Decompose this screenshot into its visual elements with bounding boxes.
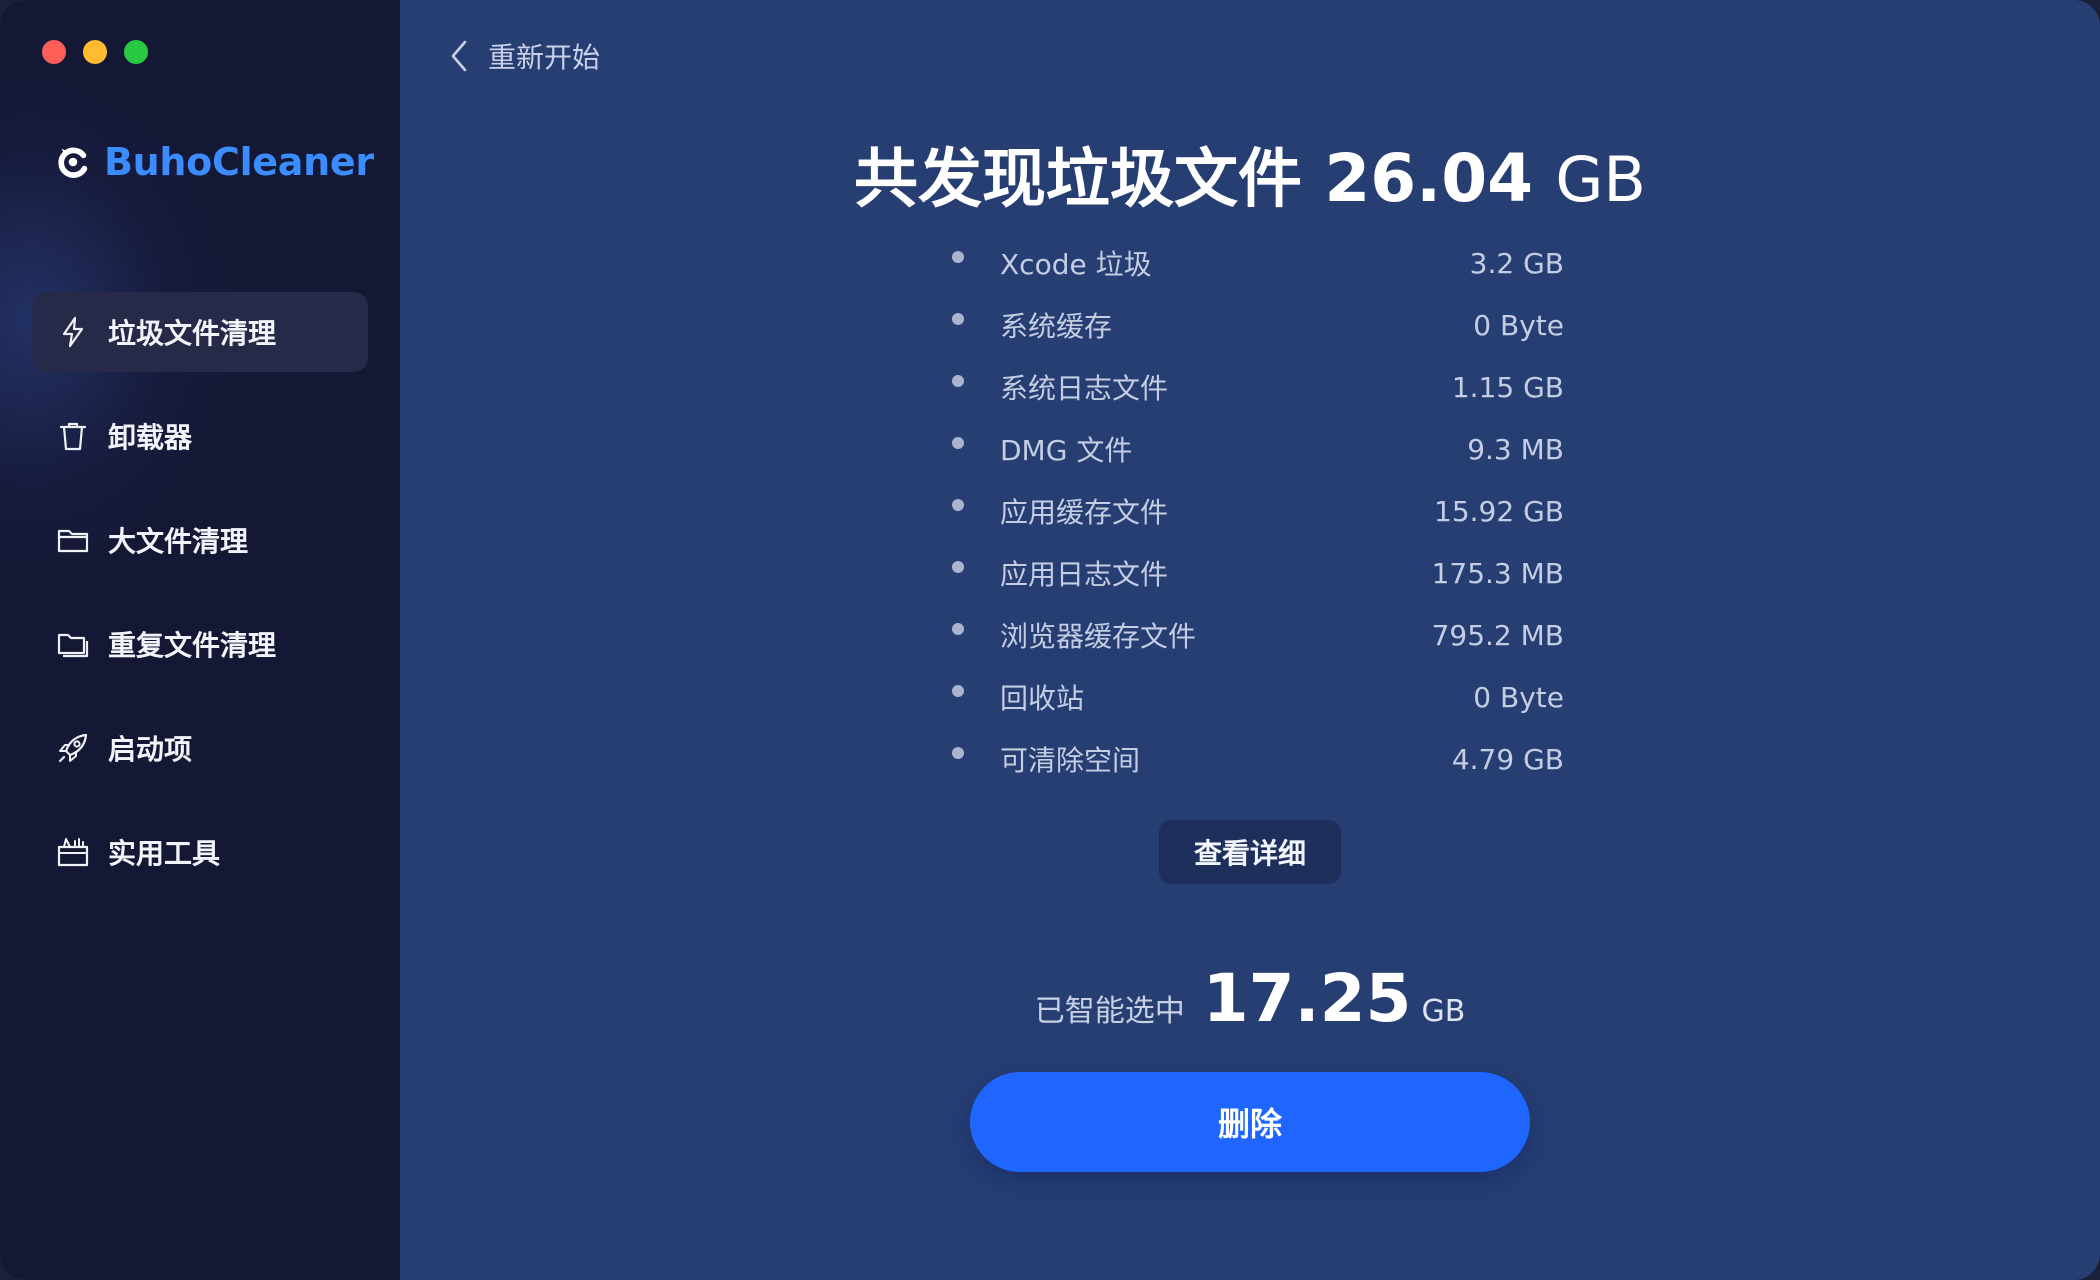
total-junk-unit: GB — [1555, 143, 1646, 216]
restart-link[interactable]: 重新开始 — [448, 36, 600, 76]
category-size: 175.3 MB — [1431, 556, 1564, 590]
restart-label: 重新开始 — [488, 41, 601, 74]
sidebar-item-label: 重复文件清理 — [108, 629, 277, 662]
selected-summary: 已智能选中 17.25 GB — [400, 960, 2100, 1037]
sidebar-nav: 垃圾文件清理 卸载器 大文件清理 重复文件清理 启动项 实用工具 — [32, 292, 368, 916]
folder-icon — [57, 529, 89, 553]
list-item: 浏览器缓存文件 795.2 MB — [952, 604, 1564, 666]
category-size: 9.3 MB — [1467, 432, 1564, 466]
category-size: 4.79 GB — [1451, 742, 1564, 776]
category-label: 回收站 — [1000, 682, 1085, 715]
list-item: 系统缓存 0 Byte — [952, 294, 1564, 356]
maximize-window-button[interactable] — [124, 40, 148, 64]
category-size: 0 Byte — [1473, 680, 1564, 714]
bullet — [952, 437, 964, 449]
duplicate-folder-icon — [57, 633, 89, 658]
rocket-icon — [58, 733, 88, 763]
sidebar-item-label: 启动项 — [108, 733, 193, 766]
window-controls — [42, 40, 148, 64]
view-details-button[interactable]: 查看详细 — [1159, 820, 1341, 884]
bullet — [952, 623, 964, 635]
list-item: DMG 文件 9.3 MB — [952, 418, 1564, 480]
lightning-icon — [62, 316, 84, 348]
sidebar-item-startup[interactable]: 启动项 — [32, 708, 368, 788]
bullet — [952, 313, 964, 325]
sidebar-item-duplicate-files[interactable]: 重复文件清理 — [32, 604, 368, 684]
list-item: 系统日志文件 1.15 GB — [952, 356, 1564, 418]
category-label: 系统日志文件 — [1000, 372, 1169, 405]
list-item: 应用缓存文件 15.92 GB — [952, 480, 1564, 542]
list-item: Xcode 垃圾 3.2 GB — [952, 232, 1564, 294]
bullet — [952, 561, 964, 573]
bullet — [952, 685, 964, 697]
selected-unit: GB — [1421, 994, 1466, 1029]
category-size: 3.2 GB — [1469, 246, 1564, 280]
selected-label: 已智能选中 — [1034, 994, 1185, 1029]
list-item: 可清除空间 4.79 GB — [952, 728, 1564, 790]
bullet — [952, 747, 964, 759]
brand-name: BuhoCleaner — [104, 140, 374, 184]
brand: BuhoCleaner — [54, 140, 374, 184]
sidebar-item-label: 垃圾文件清理 — [108, 317, 277, 350]
category-label: 可清除空间 — [1000, 744, 1141, 777]
category-label: Xcode 垃圾 — [1000, 248, 1152, 281]
sidebar-item-junk-cleaner[interactable]: 垃圾文件清理 — [32, 292, 368, 372]
delete-button[interactable]: 删除 — [970, 1072, 1530, 1172]
category-label: 应用缓存文件 — [1000, 496, 1169, 529]
category-size: 795.2 MB — [1431, 618, 1564, 652]
minimize-window-button[interactable] — [83, 40, 107, 64]
list-item: 应用日志文件 175.3 MB — [952, 542, 1564, 604]
close-window-button[interactable] — [42, 40, 66, 64]
category-label: DMG 文件 — [1000, 434, 1133, 467]
category-size: 1.15 GB — [1451, 370, 1564, 404]
buho-logo-icon — [58, 147, 88, 178]
sidebar-item-label: 卸载器 — [108, 421, 193, 454]
sidebar-item-label: 实用工具 — [108, 837, 221, 870]
selected-value: 17.25 — [1202, 960, 1412, 1037]
bullet — [952, 499, 964, 511]
chevron-left-icon — [451, 40, 467, 72]
page-title-prefix: 共发现垃圾文件 — [854, 143, 1303, 217]
category-label: 系统缓存 — [1000, 310, 1113, 343]
bullet — [952, 375, 964, 387]
category-size: 15.92 GB — [1434, 494, 1564, 528]
sidebar-item-label: 大文件清理 — [108, 525, 249, 558]
category-label: 应用日志文件 — [1000, 558, 1169, 591]
category-size: 0 Byte — [1473, 308, 1564, 342]
app-window: BuhoCleaner 垃圾文件清理 卸载器 大文件清理 重复文件清理 启动项 … — [0, 0, 2100, 1280]
sidebar-item-uninstaller[interactable]: 卸载器 — [32, 396, 368, 476]
main-panel: 重新开始 共发现垃圾文件 26.04 GB Xcode 垃圾 3.2 GB 系统… — [400, 0, 2100, 1280]
trash-icon — [59, 422, 87, 451]
toolbox-icon — [57, 838, 89, 867]
junk-category-list: Xcode 垃圾 3.2 GB 系统缓存 0 Byte 系统日志文件 1.15 … — [952, 232, 1564, 790]
sidebar-item-large-files[interactable]: 大文件清理 — [32, 500, 368, 580]
category-label: 浏览器缓存文件 — [1000, 620, 1197, 653]
bullet — [952, 251, 964, 263]
page-title: 共发现垃圾文件 26.04 GB — [400, 128, 2100, 220]
list-item: 回收站 0 Byte — [952, 666, 1564, 728]
sidebar-item-toolkit[interactable]: 实用工具 — [32, 812, 368, 892]
sidebar: BuhoCleaner 垃圾文件清理 卸载器 大文件清理 重复文件清理 启动项 … — [0, 0, 400, 1280]
total-junk-value: 26.04 — [1324, 140, 1534, 217]
